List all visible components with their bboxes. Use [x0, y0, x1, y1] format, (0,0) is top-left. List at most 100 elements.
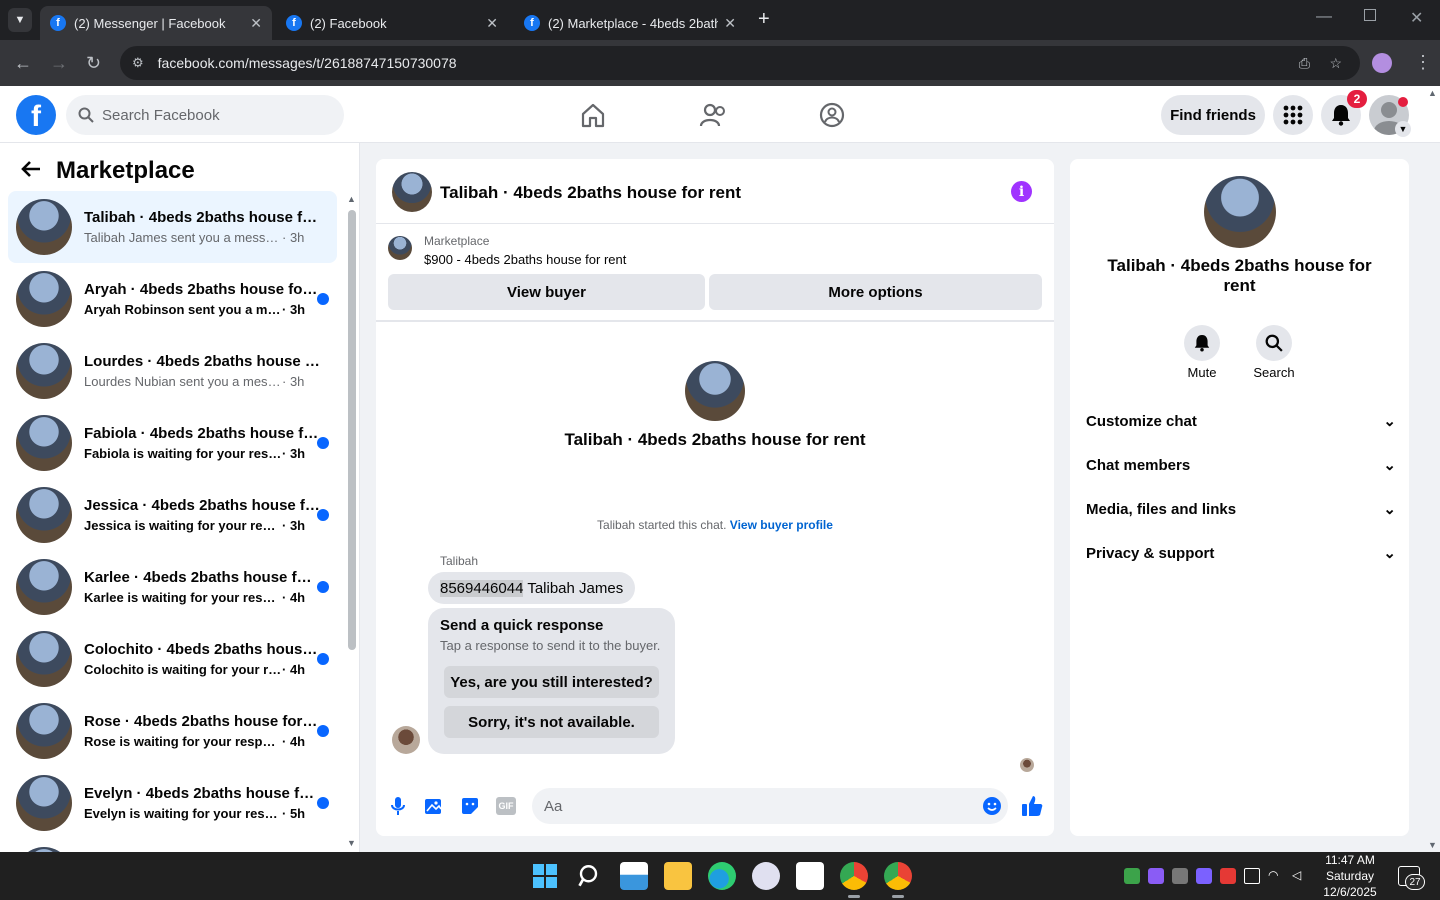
find-friends-button[interactable]: Find friends — [1161, 95, 1265, 135]
tray-app-icon[interactable] — [1220, 868, 1236, 884]
home-icon[interactable] — [578, 100, 608, 130]
conversation-item[interactable]: Talibah · 4beds 2baths house for rent Ta… — [8, 191, 337, 263]
chrome-icon[interactable] — [840, 862, 868, 890]
install-app-icon[interactable]: ⎙ — [1299, 55, 1310, 72]
tray-app-icon[interactable] — [1148, 868, 1164, 884]
back-arrow-icon[interactable] — [20, 158, 42, 185]
notification-center-count: 27 — [1405, 874, 1425, 890]
close-window-icon[interactable]: ✕ — [1410, 8, 1423, 28]
sender-avatar[interactable] — [392, 726, 420, 754]
conversation-item[interactable]: Colochito · 4beds 2baths house for rent … — [8, 623, 337, 695]
chrome-profile-icon[interactable] — [884, 862, 912, 890]
unread-dot — [317, 437, 329, 449]
media-files-links-section[interactable]: Media, files and links ⌄ — [1086, 500, 1396, 519]
chevron-down-icon: ⌄ — [1383, 457, 1396, 474]
quick-response-title: Send a quick response — [440, 617, 604, 634]
menu-grid-button[interactable] — [1273, 95, 1313, 135]
details-avatar[interactable] — [1204, 176, 1276, 248]
file-explorer-icon[interactable] — [664, 862, 692, 890]
friends-icon[interactable] — [698, 100, 728, 130]
listing-title[interactable]: $900 - 4beds 2baths house for rent — [424, 252, 626, 267]
unread-dot — [317, 797, 329, 809]
chevron-down-icon[interactable]: ▼ — [1395, 121, 1411, 137]
page-scroll-down-icon[interactable]: ▼ — [1428, 840, 1437, 850]
search-input[interactable]: Search Facebook — [66, 95, 344, 135]
microphone-icon[interactable] — [388, 796, 408, 821]
tray-app-icon[interactable] — [1196, 868, 1212, 884]
facebook-logo-icon[interactable]: f — [16, 95, 56, 135]
mute-button[interactable] — [1184, 325, 1220, 361]
phone-number-text: 8569446044 — [440, 579, 524, 597]
view-buyer-button[interactable]: View buyer — [388, 274, 705, 310]
gif-icon[interactable]: GIF — [496, 797, 516, 815]
conversation-item[interactable]: Rose · 4beds 2baths house for rent Rose … — [8, 695, 337, 767]
photo-icon[interactable] — [424, 796, 444, 821]
tab-messenger[interactable]: f (2) Messenger | Facebook ✕ — [40, 6, 272, 40]
privacy-support-section[interactable]: Privacy & support ⌄ — [1086, 544, 1396, 563]
listing-avatar — [16, 415, 72, 471]
conversation-item[interactable]: Aryah · 4beds 2baths house for rent Arya… — [8, 263, 337, 335]
page-scroll-up-icon[interactable]: ▲ — [1428, 88, 1437, 98]
back-icon[interactable]: ← — [14, 52, 32, 74]
tab-facebook[interactable]: f (2) Facebook ✕ — [276, 6, 508, 40]
tray-app-icon[interactable] — [1124, 868, 1140, 884]
conversation-item[interactable]: Jessica · 4beds 2baths house for rent Je… — [8, 479, 337, 551]
close-tab-icon[interactable]: ✕ — [724, 15, 736, 32]
close-tab-icon[interactable]: ✕ — [486, 15, 498, 32]
address-bar[interactable]: ⚙ facebook.com/messages/t/26188747150730… — [120, 46, 1360, 80]
taskbar-search-icon[interactable] — [578, 864, 602, 893]
listing-avatar — [16, 487, 72, 543]
edge-icon[interactable] — [708, 862, 736, 890]
sidebar-scrollbar[interactable] — [348, 210, 356, 650]
menu-kebab-icon[interactable]: ⋮ — [1414, 52, 1432, 73]
paint-icon[interactable] — [752, 862, 780, 890]
start-icon[interactable] — [533, 864, 557, 888]
listing-thumbnail[interactable] — [388, 236, 412, 260]
search-in-chat-button[interactable] — [1256, 325, 1292, 361]
tab-search-button[interactable]: ▼ — [8, 8, 32, 32]
emoji-icon[interactable] — [982, 796, 1002, 821]
quick-reply-not-available-button[interactable]: Sorry, it's not available. — [444, 706, 659, 738]
message-input[interactable]: Aa — [532, 788, 1008, 824]
wifi-icon[interactable]: ◠ — [1268, 868, 1284, 884]
conversation-item[interactable]: Lourdes · 4beds 2baths house for rent Lo… — [8, 335, 337, 407]
close-tab-icon[interactable]: ✕ — [250, 15, 262, 32]
more-options-button[interactable]: More options — [709, 274, 1042, 310]
groups-icon[interactable] — [817, 100, 847, 130]
volume-icon[interactable]: ◁ — [1292, 868, 1308, 884]
site-info-icon[interactable]: ⚙ — [132, 55, 144, 71]
conversation-item[interactable]: Evelyn · 4beds 2baths house for rent Eve… — [8, 767, 337, 839]
unread-dot — [317, 581, 329, 593]
chat-header-avatar[interactable] — [392, 172, 432, 212]
sticker-icon[interactable] — [460, 796, 480, 821]
chat-title[interactable]: Talibah · 4beds 2baths house for rent — [440, 183, 741, 203]
scroll-up-icon[interactable]: ▲ — [347, 194, 356, 204]
widgets-icon[interactable] — [620, 862, 648, 890]
bookmark-star-icon[interactable]: ☆ — [1329, 55, 1342, 72]
conversation-item[interactable]: Fabiola · 4beds 2baths house for rent Fa… — [8, 407, 337, 479]
chat-members-section[interactable]: Chat members ⌄ — [1086, 456, 1396, 475]
quick-reply-interested-button[interactable]: Yes, are you still interested? — [444, 666, 659, 698]
info-icon[interactable]: i — [1011, 181, 1032, 202]
battery-icon[interactable] — [1244, 868, 1260, 884]
new-tab-icon[interactable]: + — [758, 8, 770, 31]
unread-dot — [317, 509, 329, 521]
conversation-item[interactable]: Karlee · 4beds 2baths house for rent Kar… — [8, 551, 337, 623]
reload-icon[interactable]: ↻ — [86, 52, 101, 74]
tray-app-icon[interactable] — [1172, 868, 1188, 884]
tab-marketplace[interactable]: f (2) Marketplace - 4beds 2baths ✕ — [514, 6, 746, 40]
view-buyer-profile-link[interactable]: View buyer profile — [730, 518, 833, 532]
customize-chat-section[interactable]: Customize chat ⌄ — [1086, 412, 1396, 431]
profile-icon[interactable] — [1372, 53, 1392, 73]
minimize-icon[interactable]: — — [1316, 8, 1332, 26]
like-thumb-icon[interactable] — [1020, 794, 1044, 823]
store-icon[interactable] — [796, 862, 824, 890]
conversation-avatar[interactable] — [685, 361, 745, 421]
scroll-down-icon[interactable]: ▼ — [347, 838, 356, 848]
message-bubble[interactable]: 8569446044 Talibah James — [428, 572, 636, 604]
restore-icon[interactable] — [1364, 9, 1376, 21]
conversation-item[interactable] — [8, 839, 337, 852]
clock[interactable]: 11:47 AM Saturday 12/6/2025 — [1318, 852, 1382, 900]
tray-icons[interactable]: ◠ ◁ — [1124, 868, 1308, 884]
forward-icon[interactable]: → — [50, 52, 68, 74]
